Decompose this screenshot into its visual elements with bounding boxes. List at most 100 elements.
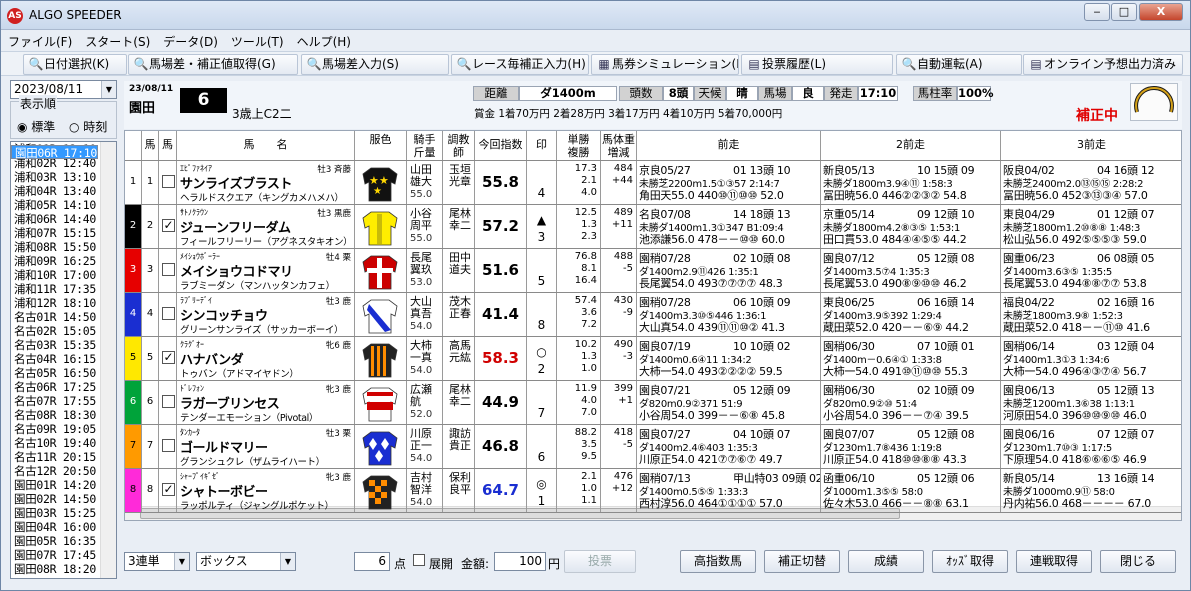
track-diff-button[interactable]: 🔍馬場差・補正値取得(G) — [128, 54, 298, 75]
prev-race-3[interactable]: 園稍06/14 03 12頭 04 ダ1400m1.3①3 1:34:6 大柿一54.… — [1001, 337, 1181, 380]
amount-input[interactable]: 100 — [494, 552, 546, 571]
column-header-prev3[interactable]: 3前走 — [1001, 131, 1181, 160]
date-select-button[interactable]: 🔍日付選択(K) — [23, 54, 127, 75]
chevron-down-icon[interactable]: ▼ — [280, 553, 295, 570]
prev-race-2[interactable]: 園稍06/30 07 10頭 01 ダ1400m－0.6④① 1:33:8 大柿一54… — [821, 337, 1001, 380]
select-checkbox[interactable]: ✓ — [162, 219, 175, 232]
select-checkbox[interactable] — [162, 439, 175, 452]
prev-race-2[interactable]: 園良07/07 05 12頭 08 ダ1230m1.7⑧436 1:19:8 川原正5… — [821, 425, 1001, 468]
horse-name-cell[interactable]: ﾀﾝｶｰﾀ 牡3 栗ゴールドマリー グランシュクレ（ザムライハート） — [177, 425, 355, 468]
select-checkbox[interactable]: ✓ — [162, 483, 175, 496]
horse-name-cell[interactable]: ﾒｲｼｮｳﾎﾞｰﾗｰ 牡4 栗メイショウコドマリ ラブミーダン（マンハッタンカフェ） — [177, 249, 355, 292]
horse-row[interactable]: 2 2 ✓ ｻﾄﾉｸﾗｳﾝ 牡3 黒鹿 ジューンフリーダム フィールフリーリー（アグネスタキ… — [125, 205, 1181, 249]
mark-cell[interactable]: 8 — [527, 293, 557, 336]
prev-race-3[interactable]: 阪良04/02 04 16頭 12 未勝芝2400m2.0⑬⑮⑮ 2:28:2 冨田暁… — [1001, 161, 1181, 204]
maximize-button[interactable]: □ — [1111, 3, 1137, 21]
column-header-silk[interactable]: 服色 — [355, 131, 407, 160]
select-checkbox[interactable] — [162, 307, 175, 320]
horse-name-cell[interactable]: ｻﾄﾉｸﾗｳﾝ 牡3 黒鹿 ジューンフリーダム フィールフリーリー（アグネスタキオン） — [177, 205, 355, 248]
race-list[interactable]: 浦和01R 12:10浦和02R 12:40浦和03R 13:10浦和04R 1… — [10, 141, 117, 579]
horse-row[interactable]: 6 6 ﾄﾞﾚﾌｫﾝ 牝3 鹿ラガーブリンセス テンダーエモーション（Pivotal） 広… — [125, 381, 1181, 425]
menu-help[interactable]: ヘルプ(H) — [290, 31, 357, 50]
column-header-trainer[interactable]: 調教 師 — [443, 131, 475, 160]
prev-race-1[interactable]: 園良07/27 04 10頭 07 ダ1400m2.4⑥403 1:35:3 川原正5… — [637, 425, 821, 468]
column-header-horse-name[interactable]: 馬 名 — [177, 131, 355, 160]
prev-race-3[interactable]: 福良04/22 02 16頭 16 未勝芝1800m3.9⑧ 1:52:3 蔵田菜52… — [1001, 293, 1181, 336]
prev-race-3[interactable]: 園重06/23 06 08頭 05 ダ1400m3.6③⑤ 1:35:5 長尾翼53.… — [1001, 249, 1181, 292]
column-header-prev1[interactable]: 前走 — [637, 131, 821, 160]
title-bar[interactable]: AS ALGO SPEEDER ‒ □ X — [1, 1, 1190, 30]
select-checkbox[interactable] — [162, 395, 175, 408]
simulation-button[interactable]: ▦ 馬券シミュレーション(B) — [591, 54, 739, 75]
chevron-down-icon[interactable]: ▼ — [174, 553, 189, 570]
correction-toggle-button[interactable]: 補正切替 — [764, 550, 840, 573]
prev-race-2[interactable]: 函重06/10 05 12頭 06 ダ1000m1.3⑤⑤ 58:0 佐々木53.0 … — [821, 469, 1001, 512]
column-header-horse-no[interactable]: 馬 — [142, 131, 159, 160]
expand-checkbox[interactable] — [413, 554, 425, 566]
prev-race-1[interactable]: 園良07/19 10 10頭 02 ダ1400m0.6④11 1:34:2 大柿一54… — [637, 337, 821, 380]
prev-race-1[interactable]: 園稍07/28 02 10頭 08 ダ1400m2.9⑪426 1:35:1 長尾翼5… — [637, 249, 821, 292]
column-header-frame[interactable] — [125, 131, 142, 160]
prev-race-2[interactable]: 東良06/25 06 16頭 14 ダ1400m3.9⑤392 1:29:4 蔵田菜5… — [821, 293, 1001, 336]
menu-start[interactable]: スタート(S) — [78, 31, 156, 50]
close-button[interactable]: X — [1139, 3, 1183, 21]
select-checkbox[interactable] — [162, 175, 175, 188]
prev-race-3[interactable]: 東良04/29 01 12頭 07 未勝芝1800m1.2⑩⑧⑧ 1:48:3 松山弘… — [1001, 205, 1181, 248]
mark-cell[interactable]: 6 — [527, 425, 557, 468]
prev-race-1[interactable]: 名良07/08 14 18頭 13 未勝ダ1400m1.3①347 B1:09:4 池… — [637, 205, 821, 248]
prev-race-1[interactable]: 園稍07/13 甲山特03 09頭 02 ダ1400m0.5⑤⑤ 1:33:3 西村淳… — [637, 469, 821, 512]
mark-cell[interactable]: ▲ 3 — [527, 205, 557, 248]
horse-row[interactable]: 3 3 ﾒｲｼｮｳﾎﾞｰﾗｰ 牡4 栗メイショウコドマリ ラブミーダン（マンハッタンカフ… — [125, 249, 1181, 293]
prev-race-3[interactable]: 新良05/14 13 16頭 14 未勝ダ1000m0.9⑪ 58:0 丹内祐56.0… — [1001, 469, 1181, 512]
select-checkbox[interactable]: ✓ — [162, 351, 175, 364]
mark-cell[interactable]: ○ 2 — [527, 337, 557, 380]
chevron-down-icon[interactable]: ▼ — [101, 81, 116, 98]
horse-name-cell[interactable]: ﾄﾞﾚﾌｫﾝ 牝3 鹿ラガーブリンセス テンダーエモーション（Pivotal） — [177, 381, 355, 424]
consecutive-fetch-button[interactable]: 連戦取得 — [1016, 550, 1092, 573]
online-output-button[interactable]: ▤ オンライン予想出力済み — [1023, 54, 1183, 75]
column-header-mark[interactable]: 印 — [527, 131, 557, 160]
close-window-button[interactable]: 閉じる — [1100, 550, 1176, 573]
order-radio-standard[interactable]: ◉ 標準 — [17, 118, 55, 135]
odds-fetch-button[interactable]: ｵｯｽﾞ取得 — [932, 550, 1008, 573]
race-list-item[interactable]: 園田06R 17:10 — [11, 145, 99, 160]
menu-data[interactable]: データ(D) — [156, 31, 224, 50]
horse-name-cell[interactable]: ﾗﾌﾞﾘｰﾃﾞｲ 牡3 鹿シンコッチョウ グリーンサンライズ（サッカーボーイ） — [177, 293, 355, 336]
horse-row[interactable]: 7 7 ﾀﾝｶｰﾀ 牡3 栗ゴールドマリー グランシュクレ（ザムライハート） 川原正一 54… — [125, 425, 1181, 469]
mark-cell[interactable]: ◎ 1 — [527, 469, 557, 512]
horse-row[interactable]: 8 8 ✓ ｼｬｰﾌﾟｲｷﾞｾﾞ 牝3 鹿シャトーボビー ラッポルティ（ジャングルポケット… — [125, 469, 1181, 513]
vote-button[interactable]: 投票 — [564, 550, 636, 573]
column-header-odds[interactable]: 単勝 複勝 — [557, 131, 601, 160]
prev-race-3[interactable]: 園良06/16 07 12頭 07 ダ1230m1.7⑩③ 1:17:5 下原理54.… — [1001, 425, 1181, 468]
horse-row[interactable]: 5 5 ✓ ｸﾗｸﾞｵｰ 牝6 鹿ハナバンダ トゥバン（アドマイヤドン） 大柿一真 54.0 高… — [125, 337, 1181, 381]
menu-tools[interactable]: ツール(T) — [224, 31, 290, 50]
minimize-button[interactable]: ‒ — [1084, 3, 1110, 21]
prev-race-2[interactable]: 園良07/12 05 12頭 08 ダ1400m3.5⑦4 1:35:3 長尾翼53.… — [821, 249, 1001, 292]
results-button[interactable]: 成績 — [848, 550, 924, 573]
prev-race-2[interactable]: 京重05/14 09 12頭 10 未勝ダ1800m4.2⑧③⑤ 1:53:1 田口貫… — [821, 205, 1001, 248]
mark-cell[interactable]: 5 — [527, 249, 557, 292]
track-input-button[interactable]: 🔍馬場差入力(S) — [301, 54, 449, 75]
column-header-index[interactable]: 今回指数 — [475, 131, 527, 160]
horse-row[interactable]: 4 4 ﾗﾌﾞﾘｰﾃﾞｲ 牡3 鹿シンコッチョウ グリーンサンライズ（サッカーボーイ） 大… — [125, 293, 1181, 337]
horse-name-cell[interactable]: ｼｬｰﾌﾟｲｷﾞｾﾞ 牝3 鹿シャトーボビー ラッポルティ（ジャングルポケット） — [177, 469, 355, 512]
prev-race-1[interactable]: 園稍07/28 06 10頭 09 ダ1400m3.3⑩⑤446 1:36:1 大山真… — [637, 293, 821, 336]
prev-race-3[interactable]: 園良06/13 05 12頭 13 未勝芝1200m1.3⑥38 1:13:1 河原田… — [1001, 381, 1181, 424]
high-index-button[interactable]: 高指数馬 — [680, 550, 756, 573]
select-checkbox[interactable] — [162, 263, 175, 276]
mark-cell[interactable]: 7 — [527, 381, 557, 424]
horse-name-cell[interactable]: ｴﾋﾟﾌｧﾈｲｱ 牡3 斉藤 サンライズブラスト ヘラルドスクエア（キングカメハメハ） — [177, 161, 355, 204]
prev-race-1[interactable]: 園良07/21 05 12頭 09 ダ820m0.9②371 51:9 小谷周54.0… — [637, 381, 821, 424]
race-correction-button[interactable]: 🔍レース毎補正入力(H) — [451, 54, 589, 75]
bet-method-select[interactable]: ボックス ▼ — [196, 552, 296, 571]
prev-race-2[interactable]: 園稍06/30 02 10頭 09 ダ820m0.9②⑩ 51:4 小谷周54.0 3… — [821, 381, 1001, 424]
menu-file[interactable]: ファイル(F) — [1, 31, 78, 50]
bet-type-select[interactable]: 3連単 ▼ — [124, 552, 190, 571]
horse-row[interactable]: 1 1 ｴﾋﾟﾌｧﾈｲｱ 牡3 斉藤 サンライズブラスト ヘラルドスクエア（キングカメハメ… — [125, 161, 1181, 205]
order-radio-time[interactable]: ○ 時刻 — [69, 118, 107, 135]
column-header-body-weight[interactable]: 馬体重 増減 — [601, 131, 637, 160]
prev-race-1[interactable]: 京良05/27 01 13頭 10 未勝芝2200m1.5①③57 2:14:7 角田… — [637, 161, 821, 204]
auto-run-button[interactable]: 🔍自動運転(A) — [896, 54, 1022, 75]
vote-history-button[interactable]: ▤ 投票履歴(L) — [741, 54, 893, 75]
column-header-jockey[interactable]: 騎手 斤量 — [407, 131, 443, 160]
